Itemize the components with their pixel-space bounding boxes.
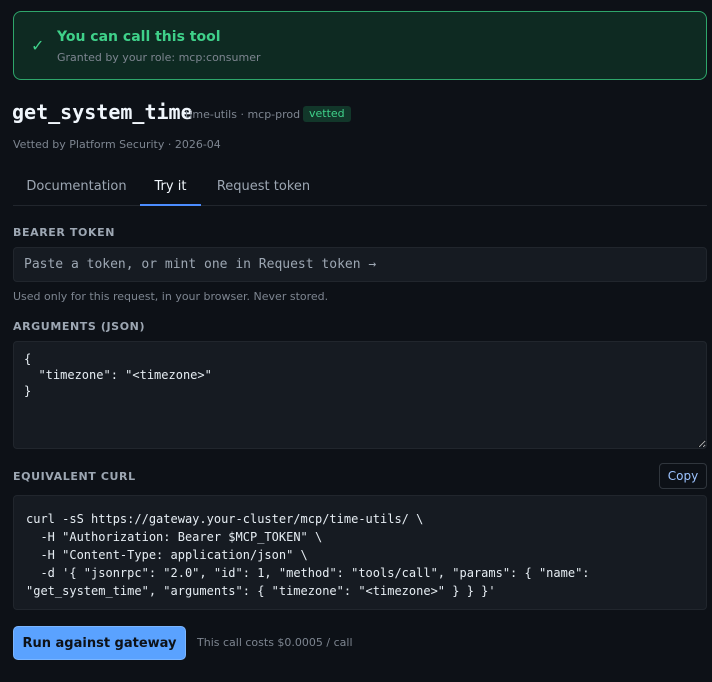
copy-button[interactable]: Copy <box>659 463 707 489</box>
tab-try-it[interactable]: Try it <box>140 170 201 206</box>
tab-bar: Documentation Try it Request token <box>13 170 707 206</box>
status-badge: vetted <box>303 106 351 122</box>
check-icon: ✓ <box>31 36 45 55</box>
bearer-token-label: BEARER TOKEN <box>13 226 115 239</box>
tool-meta: time-utils · mcp-prod <box>185 108 301 121</box>
banner-subtitle: Granted by your role: mcp:consumer <box>57 51 261 64</box>
curl-code-block: curl -sS https://gateway.your-cluster/mc… <box>13 495 707 610</box>
cost-info: This call costs $0.0005 / call <box>197 636 353 649</box>
bearer-token-hint: Used only for this request, in your brow… <box>13 290 329 303</box>
banner-title: You can call this tool <box>57 29 221 45</box>
curl-label: EQUIVALENT CURL <box>13 470 136 483</box>
permission-banner: ✓ You can call this tool Granted by your… <box>13 11 707 80</box>
page-title: get_system_time <box>12 100 193 124</box>
arguments-label: ARGUMENTS (JSON) <box>13 320 146 333</box>
vetted-info: Vetted by Platform Security · 2026-04 <box>13 138 221 151</box>
bearer-token-input[interactable] <box>13 247 707 282</box>
tab-documentation[interactable]: Documentation <box>13 170 140 206</box>
tab-request-token[interactable]: Request token <box>201 170 326 206</box>
arguments-textarea[interactable] <box>13 341 707 449</box>
run-against-gateway-button[interactable]: Run against gateway <box>13 626 186 660</box>
